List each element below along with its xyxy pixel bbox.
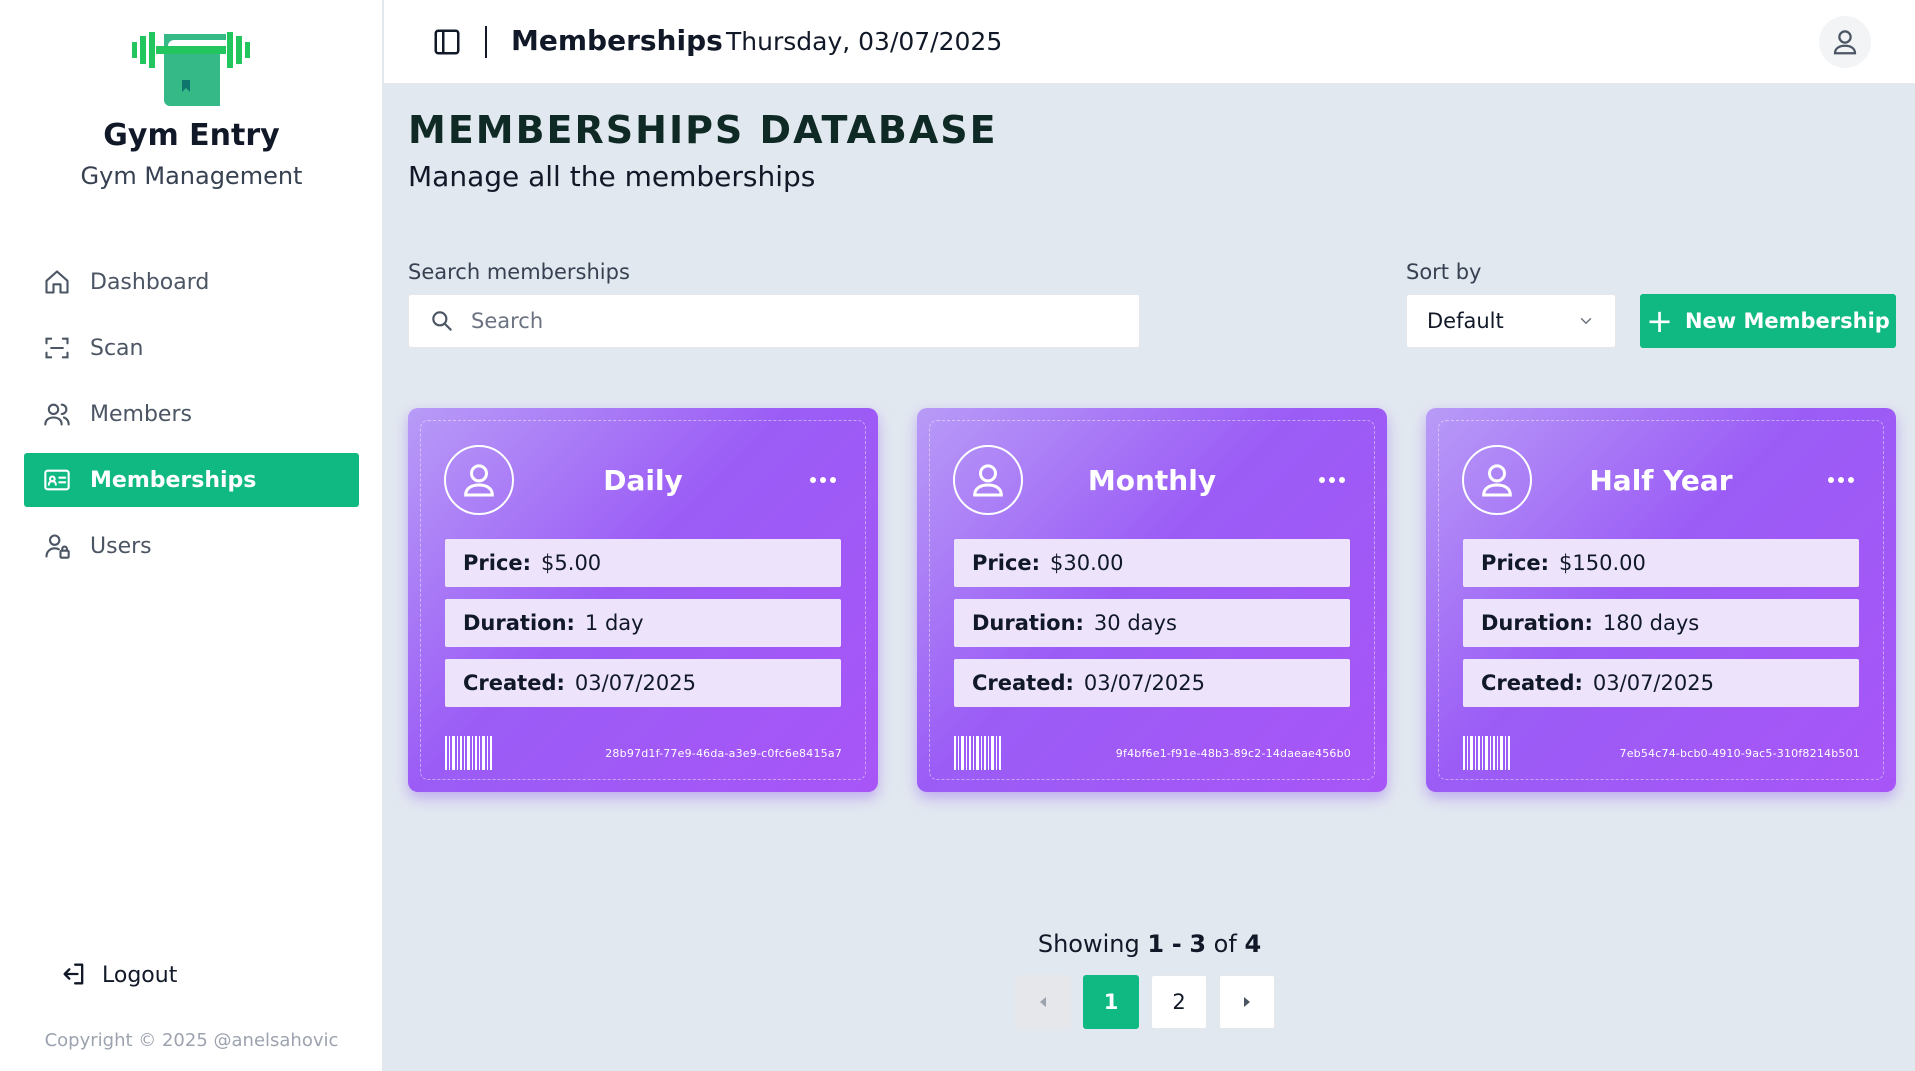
duration-value: 30 days xyxy=(1093,611,1177,635)
pagination-summary: Showing 1 - 3 of 4 xyxy=(384,930,1915,958)
users-icon xyxy=(42,399,72,429)
price-value: $5.00 xyxy=(541,551,602,575)
barcode-icon xyxy=(445,736,492,770)
prev-page-button[interactable] xyxy=(1015,975,1071,1029)
membership-id: 28b97d1f-77e9-46da-a3e9-c0fc6e8415a7 xyxy=(605,747,842,760)
price-key: Price: xyxy=(1481,551,1550,575)
membership-card: Half Year Price: $150.00 Duration: 180 day… xyxy=(1426,408,1896,792)
price-value: $30.00 xyxy=(1050,551,1124,575)
sidebar-item-label: Dashboard xyxy=(90,269,210,295)
scan-icon xyxy=(42,333,72,363)
card-price: Price: $30.00 xyxy=(954,539,1350,587)
created-key: Created: xyxy=(463,671,565,695)
search-icon xyxy=(432,311,452,331)
id-card-icon xyxy=(42,465,72,495)
page-title: Memberships xyxy=(511,24,723,57)
card-price: Price: $150.00 xyxy=(1463,539,1859,587)
caret-left-icon xyxy=(1040,997,1046,1007)
created-value: 03/07/2025 xyxy=(1592,671,1714,695)
sidebar-item-dashboard[interactable]: Dashboard xyxy=(24,255,359,309)
user-avatar-button[interactable] xyxy=(1819,16,1871,68)
top-header: Memberships Thursday, 03/07/2025 xyxy=(384,0,1915,84)
search-label: Search memberships xyxy=(408,260,630,284)
duration-key: Duration: xyxy=(463,611,575,635)
pagination: 1 2 xyxy=(1015,975,1275,1029)
created-key: Created: xyxy=(972,671,1074,695)
more-options-icon[interactable] xyxy=(1317,470,1347,490)
section-title: MEMBERSHIPS DATABASE xyxy=(408,108,998,152)
card-created: Created: 03/07/2025 xyxy=(445,659,841,707)
caret-right-icon xyxy=(1244,997,1250,1007)
duration-value: 1 day xyxy=(584,611,644,635)
page-button-1[interactable]: 1 xyxy=(1083,975,1139,1029)
user-lock-icon xyxy=(42,531,72,561)
created-value: 03/07/2025 xyxy=(574,671,696,695)
header-divider xyxy=(485,26,487,58)
logout-label: Logout xyxy=(102,962,178,988)
home-icon xyxy=(42,267,72,297)
card-duration: Duration: 180 days xyxy=(1463,599,1859,647)
sort-label: Sort by xyxy=(1406,260,1482,284)
showing-total: 4 xyxy=(1244,930,1262,958)
more-options-icon[interactable] xyxy=(1826,470,1856,490)
price-key: Price: xyxy=(463,551,532,575)
sidebar-item-label: Users xyxy=(90,533,152,559)
new-membership-label: New Membership xyxy=(1684,309,1890,333)
search-input[interactable] xyxy=(471,309,1111,333)
card-price: Price: $5.00 xyxy=(445,539,841,587)
logout-button[interactable]: Logout xyxy=(60,960,177,990)
card-duration: Duration: 30 days xyxy=(954,599,1350,647)
duration-value: 180 days xyxy=(1602,611,1700,635)
chevron-down-icon xyxy=(1580,318,1592,325)
showing-dash: - xyxy=(1171,930,1182,958)
search-box xyxy=(408,294,1140,348)
sidebar-item-label: Memberships xyxy=(90,467,257,493)
card-duration: Duration: 1 day xyxy=(445,599,841,647)
barcode-icon xyxy=(954,736,1001,770)
sidebar-toggle-icon[interactable] xyxy=(432,27,462,57)
logout-icon xyxy=(60,960,90,990)
showing-of: of xyxy=(1213,930,1237,958)
dumbbell-book-icon xyxy=(132,32,250,106)
duration-key: Duration: xyxy=(1481,611,1593,635)
sidebar-item-memberships[interactable]: Memberships xyxy=(24,453,359,507)
sidebar-item-label: Members xyxy=(90,401,192,427)
membership-cards: Daily Price: $5.00 Duration: 1 day Created… xyxy=(408,408,1896,792)
price-value: $150.00 xyxy=(1559,551,1646,575)
plus-icon: + xyxy=(1646,302,1673,340)
sidebar-item-users[interactable]: Users xyxy=(24,519,359,573)
current-date: Thursday, 03/07/2025 xyxy=(726,27,1003,56)
sidebar-item-label: Scan xyxy=(90,335,144,361)
showing-prefix: Showing xyxy=(1037,930,1140,958)
showing-from: 1 xyxy=(1147,930,1165,958)
barcode-icon xyxy=(1463,736,1510,770)
card-created: Created: 03/07/2025 xyxy=(1463,659,1859,707)
more-options-icon[interactable] xyxy=(808,470,838,490)
membership-card: Daily Price: $5.00 Duration: 1 day Created… xyxy=(408,408,878,792)
membership-id: 7eb54c74-bcb0-4910-9ac5-310f8214b501 xyxy=(1619,747,1860,760)
user-icon xyxy=(1833,30,1857,55)
sidebar-nav: Dashboard Scan Members Memberships Users xyxy=(24,255,359,585)
sort-value: Default xyxy=(1427,309,1504,333)
new-membership-button[interactable]: + New Membership xyxy=(1640,294,1896,348)
next-page-button[interactable] xyxy=(1219,975,1275,1029)
membership-id: 9f4bf6e1-f91e-48b3-89c2-14daeae456b0 xyxy=(1115,747,1351,760)
section-subtitle: Manage all the memberships xyxy=(408,160,816,193)
created-key: Created: xyxy=(1481,671,1583,695)
card-created: Created: 03/07/2025 xyxy=(954,659,1350,707)
membership-card: Monthly Price: $30.00 Duration: 30 days Cr… xyxy=(917,408,1387,792)
sidebar: Gym Entry Gym Management Dashboard Scan … xyxy=(0,0,383,1071)
page-button-2[interactable]: 2 xyxy=(1151,975,1207,1029)
price-key: Price: xyxy=(972,551,1041,575)
sidebar-item-members[interactable]: Members xyxy=(24,387,359,441)
showing-to: 3 xyxy=(1189,930,1207,958)
brand-title: Gym Entry xyxy=(103,118,280,153)
created-value: 03/07/2025 xyxy=(1083,671,1205,695)
sort-select[interactable]: Default xyxy=(1406,294,1616,348)
sidebar-item-scan[interactable]: Scan xyxy=(24,321,359,375)
copyright: Copyright © 2025 @anelsahovic xyxy=(44,1030,339,1051)
brand-subtitle: Gym Management xyxy=(80,162,303,190)
duration-key: Duration: xyxy=(972,611,1084,635)
